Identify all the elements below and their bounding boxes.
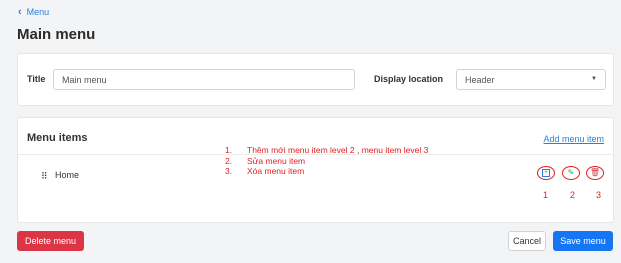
back-link-label: Menu [26, 7, 50, 17]
annotation-number: 3 [596, 190, 602, 200]
annotation-number: 2 [570, 190, 576, 200]
annotation-number: 1 [543, 190, 549, 200]
pencil-icon: ✎ [567, 168, 575, 177]
annotation-line: 2. Sửa menu item [225, 156, 428, 167]
annotation-number: 2. [225, 155, 233, 166]
annotation-number: 1. [225, 145, 233, 155]
annotation-text: Xóa menu item [247, 166, 305, 176]
display-location-select[interactable]: Header ▼ [456, 69, 606, 90]
title-label: Title [27, 74, 46, 84]
page-title: Main menu [17, 26, 96, 43]
display-location-label: Display location [374, 74, 444, 84]
display-location-value: Header [465, 74, 495, 85]
delete-menu-button[interactable]: Delete menu [17, 231, 84, 251]
chevron-left-icon: ‹ [18, 5, 22, 18]
annotation-text: Thêm mới menu item level 2 , menu item l… [247, 145, 429, 155]
trash-icon: 🗑 [589, 168, 601, 177]
edit-button[interactable]: ✎ [562, 166, 580, 180]
annotation-line: 3. Xóa menu item [225, 166, 428, 177]
annotation-text: Sửa menu item [247, 155, 306, 166]
chevron-down-icon: ▼ [591, 76, 597, 82]
annotation-line: 1. Thêm mới menu item level 2 , menu ite… [225, 145, 428, 156]
menu-items-title: Menu items [27, 132, 88, 144]
add-child-button[interactable]: + [537, 166, 555, 180]
save-menu-button[interactable]: Save menu [553, 231, 613, 251]
cancel-button[interactable]: Cancel [508, 231, 546, 251]
menu-item-label: Home [55, 170, 80, 180]
delete-item-button[interactable]: 🗑 [586, 166, 604, 180]
add-child-icon: + [542, 169, 550, 177]
back-link[interactable]: ‹ Menu [18, 5, 50, 18]
settings-card: Title Main menu Display location Header … [17, 53, 614, 106]
annotation-list: 1. Thêm mới menu item level 2 , menu ite… [225, 145, 428, 177]
title-input-value: Main menu [62, 74, 107, 85]
drag-handle-icon[interactable]: ⠿ [41, 171, 48, 182]
title-input[interactable]: Main menu [53, 69, 355, 90]
add-menu-item-link[interactable]: Add menu item [543, 134, 604, 144]
annotation-number: 3. [225, 166, 233, 176]
